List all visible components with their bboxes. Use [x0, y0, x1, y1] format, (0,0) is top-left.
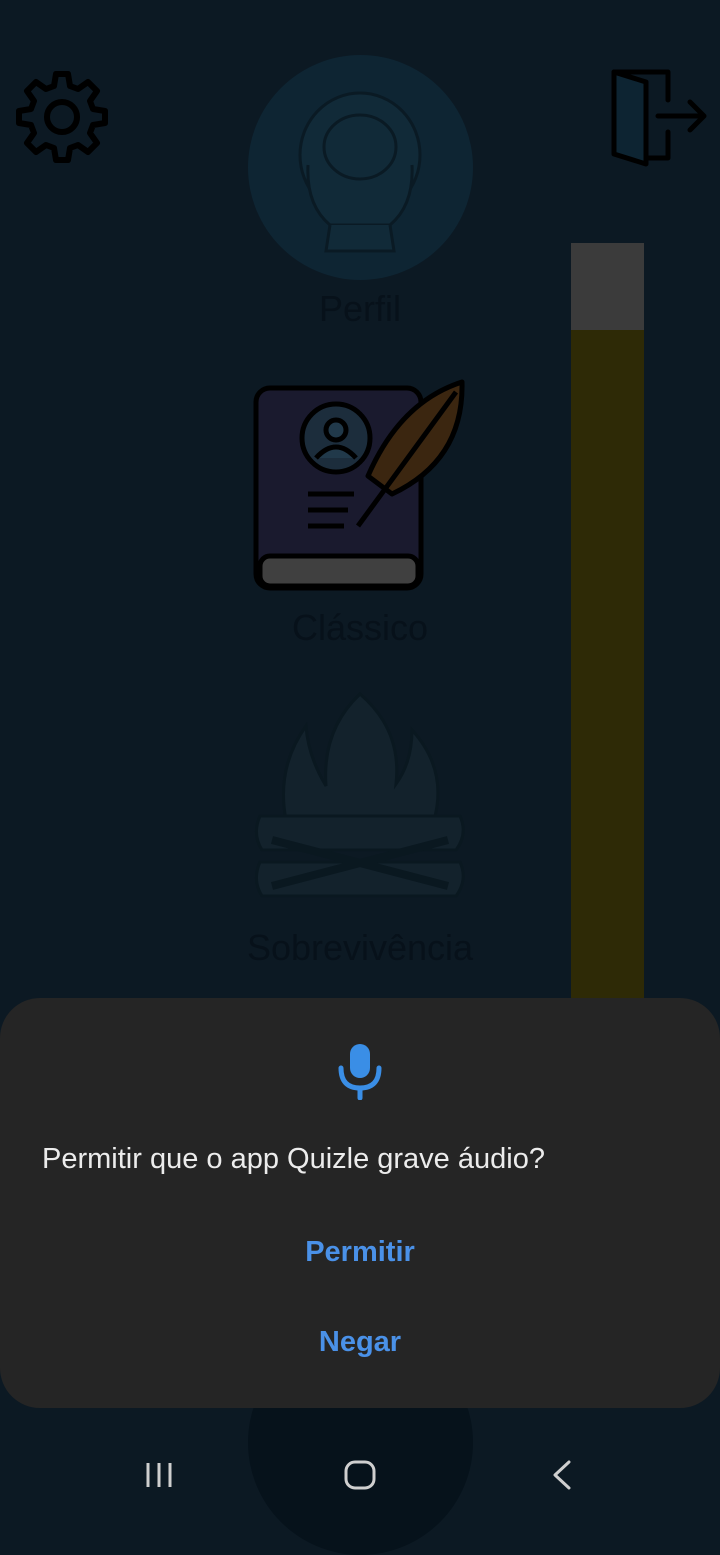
microphone-icon [338, 1044, 382, 1100]
permission-message: Permitir que o app Quizle grave áudio? [42, 1143, 545, 1175]
home-button[interactable] [300, 1430, 420, 1520]
recents-icon [146, 1463, 172, 1487]
gear-icon[interactable] [12, 68, 112, 168]
classic-mode-label: Clássico [291, 607, 429, 648]
allow-button[interactable]: Permitir [160, 1220, 560, 1284]
profile-label: Perfil [318, 288, 402, 329]
back-button[interactable] [502, 1430, 622, 1520]
deny-button[interactable]: Negar [160, 1310, 560, 1374]
profile-avatar[interactable] [248, 55, 473, 280]
recents-button[interactable] [100, 1430, 220, 1520]
back-icon [553, 1460, 571, 1490]
progress-fill [571, 330, 644, 1003]
exit-door-icon[interactable] [606, 66, 710, 168]
campfire-icon[interactable] [252, 690, 468, 918]
permission-dialog: Permitir que o app Quizle grave áudio? P… [0, 998, 720, 1408]
survival-mode-label: Sobrevivência [246, 927, 474, 968]
progress-bar [571, 243, 644, 1003]
user-avatar-icon [298, 91, 422, 253]
home-icon [344, 1460, 376, 1490]
system-navigation-bar [0, 1430, 720, 1520]
book-quill-icon[interactable] [250, 376, 470, 592]
